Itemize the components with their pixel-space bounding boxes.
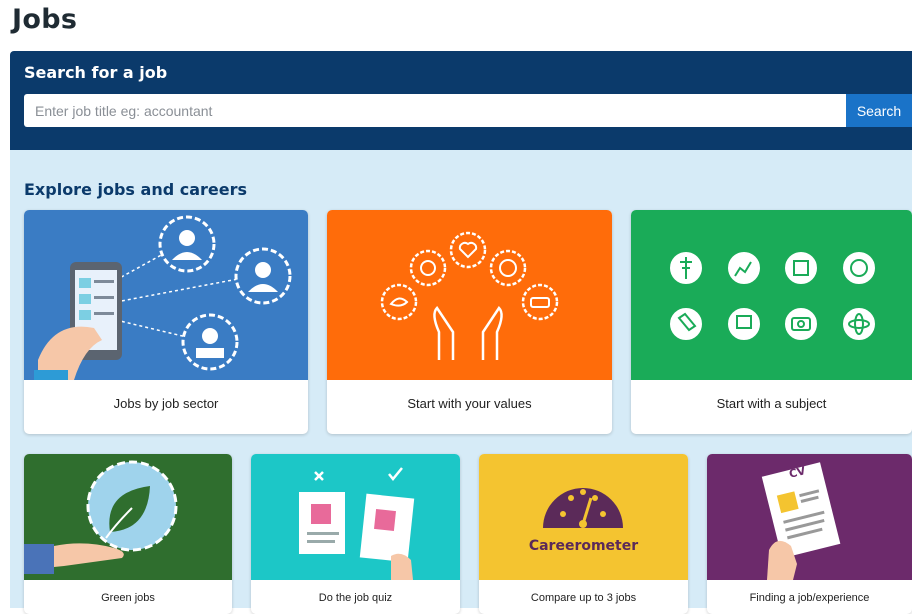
job-quiz-illustration bbox=[251, 454, 460, 580]
card-careerometer[interactable]: Careerometer Compare up to 3 jobs bbox=[479, 454, 688, 614]
card-start-with-values[interactable]: Start with your values bbox=[327, 210, 612, 434]
card-job-quiz[interactable]: Do the job quiz bbox=[251, 454, 460, 614]
search-heading: Search for a job bbox=[24, 63, 168, 82]
card-label: Jobs by job sector bbox=[113, 396, 219, 411]
search-panel: Search for a job Search bbox=[10, 51, 912, 150]
card-finding-job[interactable]: CV Finding a job/experience bbox=[707, 454, 912, 614]
cv-illustration: CV bbox=[707, 454, 912, 580]
card-label: Compare up to 3 jobs bbox=[530, 592, 637, 604]
card-label: Do the job quiz bbox=[318, 592, 393, 604]
subjects-illustration bbox=[631, 210, 912, 380]
card-label: Start with your values bbox=[407, 396, 532, 411]
careerometer-illustration: Careerometer bbox=[479, 454, 688, 580]
explore-section: Explore jobs and careers Jobs by job sec… bbox=[10, 150, 912, 614]
job-sector-illustration bbox=[24, 210, 308, 380]
green-jobs-illustration bbox=[24, 454, 232, 580]
search-button[interactable]: Search bbox=[846, 94, 912, 127]
card-jobs-by-sector[interactable]: Jobs by job sector bbox=[24, 210, 308, 434]
values-illustration bbox=[327, 210, 612, 380]
careerometer-text: Careerometer bbox=[528, 538, 639, 554]
card-label: Start with a subject bbox=[716, 396, 827, 411]
card-label: Finding a job/experience bbox=[749, 592, 870, 604]
card-label: Green jobs bbox=[101, 592, 155, 604]
card-green-jobs[interactable]: Green jobs bbox=[24, 454, 232, 614]
page-title: Jobs bbox=[12, 4, 78, 35]
explore-heading: Explore jobs and careers bbox=[24, 180, 248, 199]
job-search-input[interactable] bbox=[24, 94, 846, 127]
card-start-with-subject[interactable]: Start with a subject bbox=[631, 210, 912, 434]
